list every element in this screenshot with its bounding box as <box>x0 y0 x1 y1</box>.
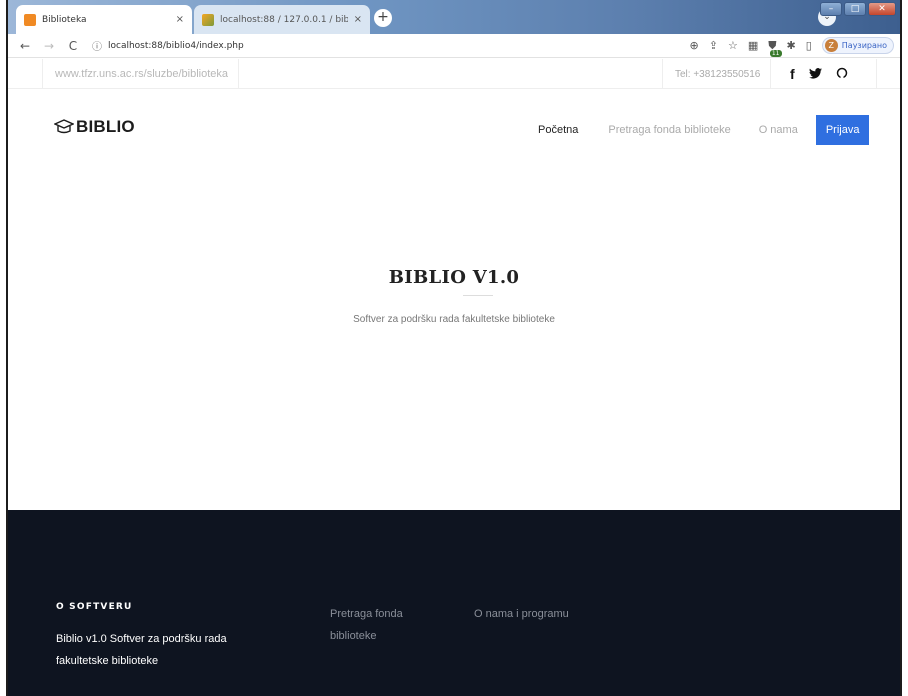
hero-title: BIBLIO V1.0 <box>388 267 520 288</box>
back-icon[interactable]: ← <box>18 39 32 53</box>
info-icon[interactable]: ⓘ <box>92 38 102 53</box>
avatar: Z <box>824 39 838 52</box>
close-tab-icon[interactable]: × <box>176 14 184 25</box>
github-icon[interactable] <box>836 66 848 82</box>
profile-chip-label: Паузирано <box>841 41 887 50</box>
nav-about[interactable]: O nama <box>759 124 798 136</box>
tab-title: Biblioteka <box>42 14 87 25</box>
topbar-divider <box>876 59 877 89</box>
zoom-icon[interactable]: ⊕ <box>690 39 699 52</box>
browser-window: Biblioteka × localhost:88 / 127.0.0.1 / … <box>6 0 902 696</box>
maximize-icon[interactable]: □ <box>844 2 866 16</box>
nav-search-fund[interactable]: Pretraga fonda biblioteke <box>608 124 730 136</box>
close-window-icon[interactable]: ✕ <box>868 2 896 16</box>
site-header: BIBLIO Početna Pretraga fonda biblioteke… <box>8 89 900 169</box>
toolbar-actions: ⊕ ⇪ ☆ ▦ ⛊ 11 ✱ ▯ Z Паузирано <box>690 37 894 57</box>
close-tab-icon[interactable]: × <box>354 14 362 25</box>
social-links: f <box>790 59 848 89</box>
minimize-icon[interactable]: – <box>820 2 842 16</box>
site-favicon-icon <box>24 13 36 26</box>
nav-home[interactable]: Početna <box>538 124 578 136</box>
footer-link-search[interactable]: Pretraga fonda biblioteke <box>330 603 440 647</box>
site-topbar: www.tfzr.uns.ac.rs/sluzbe/biblioteka Tel… <box>8 59 900 89</box>
new-tab-button[interactable]: + <box>374 9 392 27</box>
tab-biblioteka[interactable]: Biblioteka × <box>16 5 192 34</box>
logo-text: BIBLIO <box>76 117 135 136</box>
site-logo[interactable]: BIBLIO <box>54 117 135 137</box>
login-button[interactable]: Prijava <box>815 115 870 145</box>
tab-strip: Biblioteka × localhost:88 / 127.0.0.1 / … <box>8 0 900 34</box>
hero-subtitle: Softver za podršku rada fakultetske bibl… <box>353 314 555 325</box>
share-icon[interactable]: ⇪ <box>709 39 718 52</box>
main-menu: Početna Pretraga fonda biblioteke O nama… <box>538 115 870 145</box>
graduation-cap-icon <box>54 119 74 134</box>
hero-divider <box>463 295 493 296</box>
star-icon[interactable]: ☆ <box>728 39 738 52</box>
profile-chip[interactable]: Z Паузирано <box>821 37 894 54</box>
phpmyadmin-favicon-icon <box>202 13 214 26</box>
footer-heading: O SOFTVERU <box>56 602 133 612</box>
extension-icon[interactable]: ▦ <box>748 39 758 52</box>
footer-link-about[interactable]: O nama i programu <box>474 603 569 625</box>
puzzle-icon[interactable]: ✱ <box>787 39 796 52</box>
window-controls: – □ ✕ <box>820 2 896 16</box>
footer-description: Biblio v1.0 Softver za podršku rada faku… <box>56 633 227 667</box>
sidepanel-icon[interactable]: ▯ <box>806 39 812 52</box>
reload-icon[interactable]: C <box>66 39 80 53</box>
forward-icon[interactable]: → <box>42 39 56 53</box>
site-link[interactable]: www.tfzr.uns.ac.rs/sluzbe/biblioteka <box>42 59 240 89</box>
address-bar[interactable]: ⓘ localhost:88/biblio4/index.php <box>92 38 244 54</box>
extension-count: 11 <box>769 49 782 57</box>
phone-number: Tel: +38123550516 <box>662 59 772 89</box>
tab-title: localhost:88 / 127.0.0.1 / biblio / <box>220 14 348 25</box>
extension-badge-icon[interactable]: ⛊ 11 <box>768 39 782 57</box>
facebook-icon[interactable]: f <box>790 66 795 82</box>
url-text: localhost:88/biblio4/index.php <box>108 40 244 51</box>
browser-toolbar: ← → C ⓘ localhost:88/biblio4/index.php ⊕… <box>8 34 900 58</box>
site-footer: O SOFTVERU Biblio v1.0 Softver za podršk… <box>8 510 900 696</box>
twitter-icon[interactable] <box>808 66 822 82</box>
tab-phpmyadmin[interactable]: localhost:88 / 127.0.0.1 / biblio / × <box>194 5 370 34</box>
